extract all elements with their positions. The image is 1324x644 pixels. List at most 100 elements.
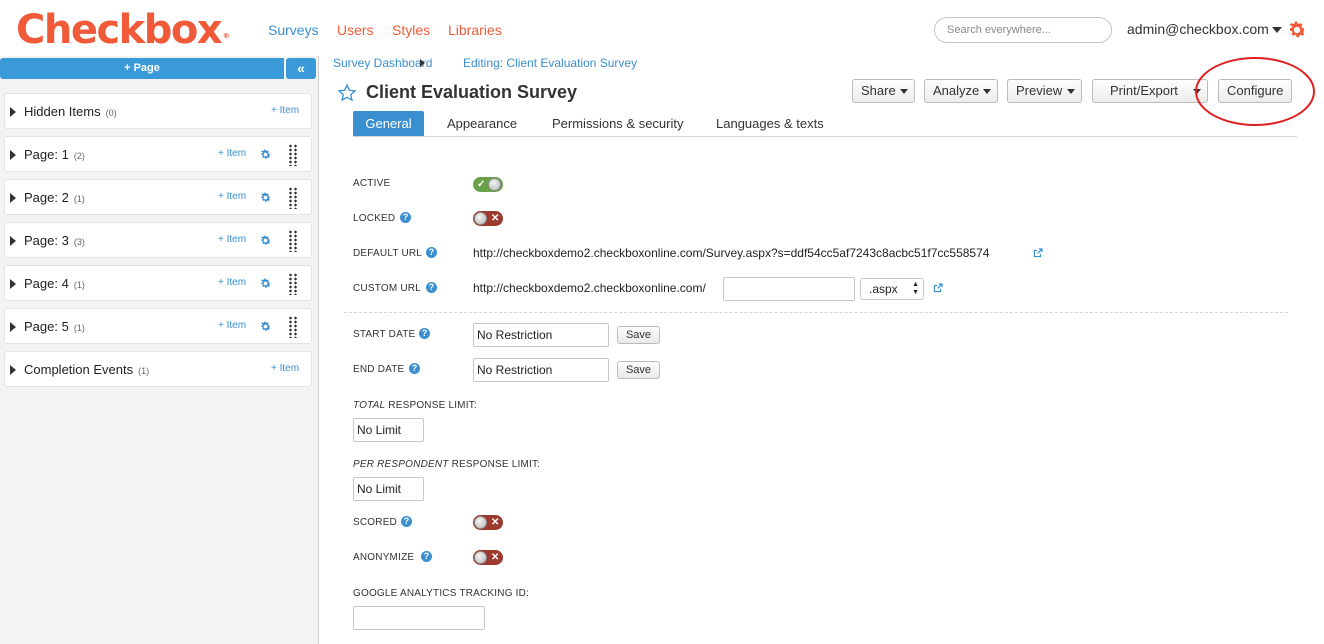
page-card-hidden-items[interactable]: Hidden Items (0) + Item xyxy=(4,93,312,129)
x-icon: ✕ xyxy=(491,552,500,563)
expand-arrow-icon[interactable] xyxy=(10,107,16,117)
start-date-label: START DATE xyxy=(353,329,416,340)
help-icon[interactable]: ? xyxy=(409,363,420,374)
survey-title: Client Evaluation Survey xyxy=(366,82,578,102)
search-input[interactable] xyxy=(934,17,1112,43)
save-start-date-button[interactable]: Save xyxy=(617,326,660,344)
add-item-button[interactable]: + Item xyxy=(218,234,246,245)
add-page-button[interactable]: + Page xyxy=(0,58,284,79)
help-icon[interactable]: ? xyxy=(401,516,412,527)
checkbox-logo[interactable]: Checkbox ® xyxy=(16,6,230,54)
breadcrumb-current[interactable]: Editing: Client Evaluation Survey xyxy=(463,56,637,70)
save-end-date-button[interactable]: Save xyxy=(617,361,660,379)
custom-url-extension-value: .aspx xyxy=(869,282,898,296)
page-card-page-4[interactable]: Page: 4 (1) + Item xyxy=(4,265,312,301)
page-card-count: (1) xyxy=(73,280,85,290)
add-item-button[interactable]: + Item xyxy=(218,148,246,159)
select-arrows-icon: ▲ ▼ xyxy=(912,281,919,296)
locked-label: LOCKED xyxy=(353,213,396,224)
configure-button[interactable]: Configure xyxy=(1218,79,1292,103)
nav-surveys[interactable]: Surveys xyxy=(268,22,319,38)
help-icon[interactable]: ? xyxy=(400,212,411,223)
chevron-down-icon xyxy=(900,89,908,94)
page-settings-gear-icon[interactable] xyxy=(259,277,272,290)
add-item-button[interactable]: + Item xyxy=(271,363,299,374)
collapse-sidebar-button[interactable]: « xyxy=(286,58,316,79)
help-icon[interactable]: ? xyxy=(419,328,430,339)
page-card-page-3[interactable]: Page: 3 (3) + Item xyxy=(4,222,312,258)
google-analytics-input[interactable] xyxy=(353,606,485,630)
x-icon: ✕ xyxy=(491,517,500,528)
external-link-icon[interactable] xyxy=(933,283,943,293)
print-export-button[interactable]: Print/Export xyxy=(1092,79,1208,103)
share-button-label: Share xyxy=(861,83,896,98)
page-settings-gear-icon[interactable] xyxy=(259,191,272,204)
add-item-button[interactable]: + Item xyxy=(218,191,246,202)
total-label-rest: RESPONSE LIMIT: xyxy=(385,400,477,411)
add-item-button[interactable]: + Item xyxy=(218,320,246,331)
drag-handle-icon[interactable] xyxy=(288,316,298,338)
drag-handle-icon[interactable] xyxy=(288,230,298,252)
custom-url-input[interactable] xyxy=(723,277,855,301)
nav-styles[interactable]: Styles xyxy=(392,22,430,38)
add-item-button[interactable]: + Item xyxy=(218,277,246,288)
custom-url-extension-select[interactable]: .aspx ▲ ▼ xyxy=(860,278,924,300)
per-respondent-limit-input[interactable] xyxy=(353,477,424,501)
end-date-label: END DATE xyxy=(353,364,405,375)
drag-handle-icon[interactable] xyxy=(288,273,298,295)
page-card-title: Page: 1 xyxy=(24,147,69,162)
start-date-input[interactable] xyxy=(473,323,609,347)
user-menu[interactable]: admin@checkbox.com xyxy=(1127,21,1269,37)
drag-handle-icon[interactable] xyxy=(288,187,298,209)
anonymize-toggle[interactable]: ✕ xyxy=(473,550,503,565)
scored-toggle[interactable]: ✕ xyxy=(473,515,503,530)
end-date-input[interactable] xyxy=(473,358,609,382)
page-card-page-1[interactable]: Page: 1 (2) + Item xyxy=(4,136,312,172)
nav-users[interactable]: Users xyxy=(337,22,374,38)
page-card-page-2[interactable]: Page: 2 (1) + Item xyxy=(4,179,312,215)
scored-label: SCORED xyxy=(353,517,397,528)
page-card-count: (1) xyxy=(73,194,85,204)
tab-general[interactable]: General xyxy=(353,111,424,136)
analyze-button[interactable]: Analyze xyxy=(924,79,998,103)
toggle-knob xyxy=(474,551,487,564)
gear-icon[interactable] xyxy=(1286,19,1308,41)
drag-handle-icon[interactable] xyxy=(288,144,298,166)
tab-permissions-security[interactable]: Permissions & security xyxy=(552,111,683,136)
total-response-limit-label: TOTAL RESPONSE LIMIT: xyxy=(353,400,477,411)
sidebar: + Page « Hidden Items (0) + Item Page: 1 (… xyxy=(0,56,319,644)
tab-languages-texts[interactable]: Languages & texts xyxy=(716,111,824,136)
page-card-count: (1) xyxy=(73,323,85,333)
locked-toggle[interactable]: ✕ xyxy=(473,211,503,226)
expand-arrow-icon[interactable] xyxy=(10,236,16,246)
help-icon[interactable]: ? xyxy=(421,551,432,562)
page-settings-gear-icon[interactable] xyxy=(259,320,272,333)
share-button[interactable]: Share xyxy=(852,79,915,103)
nav-libraries[interactable]: Libraries xyxy=(448,22,502,38)
external-link-icon[interactable] xyxy=(1033,248,1043,258)
add-item-button[interactable]: + Item xyxy=(271,105,299,116)
default-url-label: DEFAULT URL xyxy=(353,248,423,259)
default-url-value[interactable]: http://checkboxdemo2.checkboxonline.com/… xyxy=(473,246,989,260)
page-card-page-5[interactable]: Page: 5 (1) + Item xyxy=(4,308,312,344)
expand-arrow-icon[interactable] xyxy=(10,150,16,160)
active-toggle[interactable]: ✓ xyxy=(473,177,503,192)
expand-arrow-icon[interactable] xyxy=(10,193,16,203)
page-settings-gear-icon[interactable] xyxy=(259,148,272,161)
page-settings-gear-icon[interactable] xyxy=(259,234,272,247)
preview-button[interactable]: Preview xyxy=(1007,79,1082,103)
expand-arrow-icon[interactable] xyxy=(10,279,16,289)
favorite-star-icon[interactable] xyxy=(337,83,357,103)
help-icon[interactable]: ? xyxy=(426,282,437,293)
tab-appearance[interactable]: Appearance xyxy=(447,111,517,136)
chevron-down-icon[interactable] xyxy=(1272,27,1282,33)
breadcrumb-survey-dashboard[interactable]: Survey Dashboard xyxy=(333,56,432,70)
expand-arrow-icon[interactable] xyxy=(10,365,16,375)
toggle-knob xyxy=(474,212,487,225)
help-icon[interactable]: ? xyxy=(426,247,437,258)
expand-arrow-icon[interactable] xyxy=(10,322,16,332)
page-card-title: Page: 4 xyxy=(24,276,69,291)
total-response-limit-input[interactable] xyxy=(353,418,424,442)
settings-tabs: General Appearance Permissions & securit… xyxy=(353,111,1297,137)
page-card-completion-events[interactable]: Completion Events (1) + Item xyxy=(4,351,312,387)
